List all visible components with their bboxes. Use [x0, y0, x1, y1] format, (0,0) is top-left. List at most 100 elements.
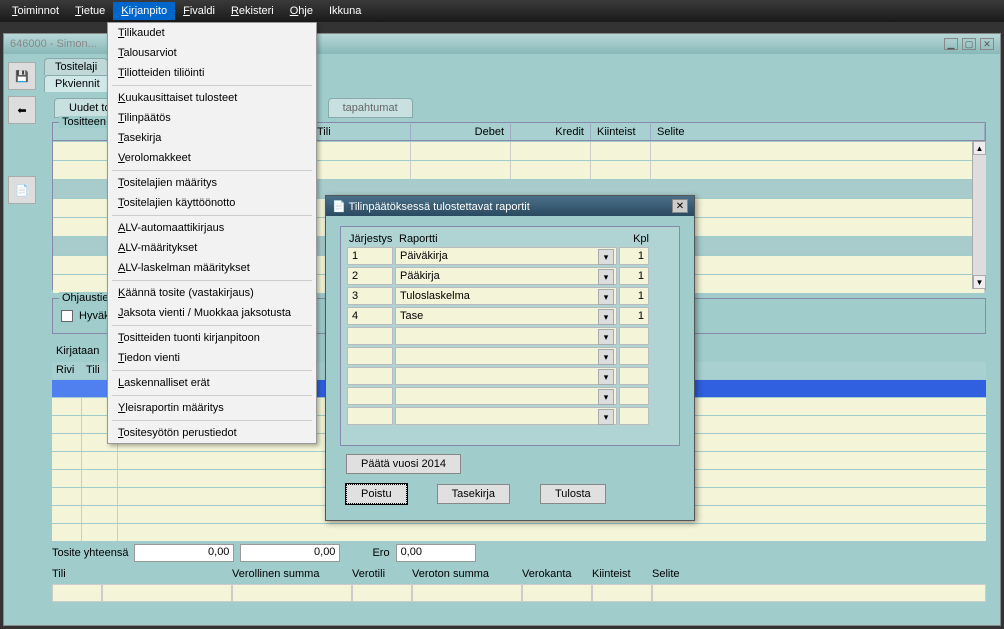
scrollbar-vertical[interactable]: ▲ ▼ [972, 141, 986, 289]
table-row[interactable] [347, 327, 673, 345]
table-row[interactable] [52, 524, 986, 541]
totals-row: Tosite yhteensä 0,00 0,00 Ero 0,00 [52, 544, 986, 562]
window-title: 646000 - Simon... [10, 38, 97, 50]
divider [112, 420, 312, 421]
dd-tasekirja[interactable]: Tasekirja [108, 128, 316, 148]
table-row[interactable]: 4Tase1 [347, 307, 673, 325]
totals-kredit: 0,00 [240, 544, 340, 562]
doc-button[interactable]: 📄 [8, 176, 36, 204]
tulosta-button[interactable]: Tulosta [540, 484, 606, 504]
dd-talousarviot[interactable]: Talousarviot [108, 43, 316, 63]
raportti-select[interactable] [395, 347, 617, 365]
dd-tositelajien-kaytto[interactable]: Tositelajien käyttöönotto [108, 193, 316, 213]
dialog-title: Tilinpäätöksessä tulostettavat raportit [349, 201, 530, 213]
back-icon: ⬅ [17, 104, 26, 117]
menu-ohje[interactable]: Ohje [282, 2, 321, 20]
kirjanpito-dropdown: Tilikaudet Talousarviot Tiliotteiden til… [107, 22, 317, 444]
paata-vuosi-button[interactable]: Päätä vuosi 2014 [346, 454, 461, 474]
dd-verolomakkeet[interactable]: Verolomakkeet [108, 148, 316, 168]
dd-kaanna[interactable]: Käännä tosite (vastakirjaus) [108, 283, 316, 303]
divider [112, 395, 312, 396]
raportti-select[interactable] [395, 407, 617, 425]
hyvak-checkbox[interactable] [61, 310, 73, 322]
table-row[interactable] [52, 584, 986, 602]
table-row[interactable] [347, 367, 673, 385]
back-button[interactable]: ⬅ [8, 96, 36, 124]
dd-alv-maar[interactable]: ALV-määritykset [108, 238, 316, 258]
scroll-down-icon[interactable]: ▼ [973, 275, 986, 289]
raportti-select[interactable]: Tuloslaskelma [395, 287, 617, 305]
menu-ikkuna[interactable]: Ikkuna [321, 2, 369, 20]
subtab-tapahtumat[interactable]: tapahtumat [328, 98, 413, 118]
save-button[interactable]: 💾 [8, 62, 36, 90]
ohjaus-label: Ohjaustie [59, 292, 111, 304]
hyvak-label: Hyväk [79, 310, 110, 322]
dd-kuukausittaiset[interactable]: Kuukausittaiset tulosteet [108, 88, 316, 108]
table-row[interactable] [347, 387, 673, 405]
dd-tositteiden-tuonti[interactable]: Tositteiden tuonti kirjanpitoon [108, 328, 316, 348]
save-icon: 💾 [15, 70, 29, 83]
col-selite: Selite [651, 124, 985, 140]
divider [112, 170, 312, 171]
raportti-select[interactable]: Tase [395, 307, 617, 325]
col-kpl: Kpl [621, 233, 651, 245]
col-debet: Debet [411, 124, 511, 140]
left-toolbar: 💾 ⬅ 📄 [8, 62, 38, 204]
totals2-grid: Tili Verollinen summa Verotili Veroton s… [52, 568, 986, 602]
dialog-titlebar: 📄 Tilinpäätöksessä tulostettavat raporti… [326, 196, 694, 216]
minimize-icon[interactable]: ▁ [944, 38, 958, 50]
dialog-close-button[interactable]: ✕ [672, 199, 688, 213]
table-row[interactable] [347, 407, 673, 425]
dd-tositesyoton[interactable]: Tositesyötön perustiedot [108, 423, 316, 443]
maximize-icon[interactable]: ▢ [962, 38, 976, 50]
menu-kirjanpito[interactable]: Kirjanpito [113, 2, 175, 20]
raportti-select[interactable] [395, 387, 617, 405]
menu-rekisteri[interactable]: Rekisteri [223, 2, 282, 20]
divider [112, 85, 312, 86]
raportti-select[interactable]: Pääkirja [395, 267, 617, 285]
col-kiinteist: Kiinteist [591, 124, 651, 140]
col-raportti: Raportti [397, 233, 621, 245]
dd-laskennalliset[interactable]: Laskennalliset erät [108, 373, 316, 393]
dd-alv-lask[interactable]: ALV-laskelman määritykset [108, 258, 316, 278]
dd-yleisraportin[interactable]: Yleisraportin määritys [108, 398, 316, 418]
divider [112, 370, 312, 371]
doc-icon: 📄 [15, 184, 29, 197]
col-kredit: Kredit [511, 124, 591, 140]
raportti-select[interactable] [395, 327, 617, 345]
dialog-grid: Järjestys Raportti Kpl 1Päiväkirja1 2Pää… [340, 226, 680, 446]
tab-tositelaji[interactable]: Tositelaji [44, 58, 108, 75]
dd-jaksota[interactable]: Jaksota vienti / Muokkaa jaksotusta [108, 303, 316, 323]
raportit-dialog: 📄 Tilinpäätöksessä tulostettavat raporti… [325, 195, 695, 521]
dd-tilikaudet[interactable]: Tilikaudet [108, 23, 316, 43]
menu-fivaldi[interactable]: Fivaldi [175, 2, 223, 20]
totals-label: Tosite yhteensä [52, 547, 128, 559]
divider [112, 280, 312, 281]
dd-tiliotteiden[interactable]: Tiliotteiden tiliöinti [108, 63, 316, 83]
poistu-button[interactable]: Poistu [346, 484, 407, 504]
window-icon: 📄 [332, 201, 346, 213]
menu-tietue[interactable]: Tietue [67, 2, 113, 20]
dd-tiedon-vienti[interactable]: Tiedon vienti [108, 348, 316, 368]
table-row[interactable]: 2Pääkirja1 [347, 267, 673, 285]
totals-debet: 0,00 [134, 544, 234, 562]
menu-toiminnot[interactable]: Toiminnot [4, 2, 67, 20]
table-row[interactable] [347, 347, 673, 365]
table-row[interactable]: 3Tuloslaskelma1 [347, 287, 673, 305]
col-jarjestys: Järjestys [347, 233, 397, 245]
ero-label: Ero [372, 547, 389, 559]
dd-tilinpaatos[interactable]: Tilinpäätös [108, 108, 316, 128]
col-tili: Tili [311, 124, 411, 140]
ero-value: 0,00 [396, 544, 476, 562]
dd-alv-auto[interactable]: ALV-automaattikirjaus [108, 218, 316, 238]
close-icon[interactable]: ✕ [980, 38, 994, 50]
raportti-select[interactable]: Päiväkirja [395, 247, 617, 265]
menubar: Toiminnot Tietue Kirjanpito Fivaldi Reki… [0, 0, 1004, 22]
kirjataan-label: Kirjataan [52, 342, 103, 360]
tasekirja-button[interactable]: Tasekirja [437, 484, 510, 504]
table-row[interactable]: 1Päiväkirja1 [347, 247, 673, 265]
raportti-select[interactable] [395, 367, 617, 385]
dd-tositelajien-maaritys[interactable]: Tositelajien määritys [108, 173, 316, 193]
tab-pkviennit[interactable]: Pkviennit [44, 75, 111, 92]
scroll-up-icon[interactable]: ▲ [973, 141, 986, 155]
